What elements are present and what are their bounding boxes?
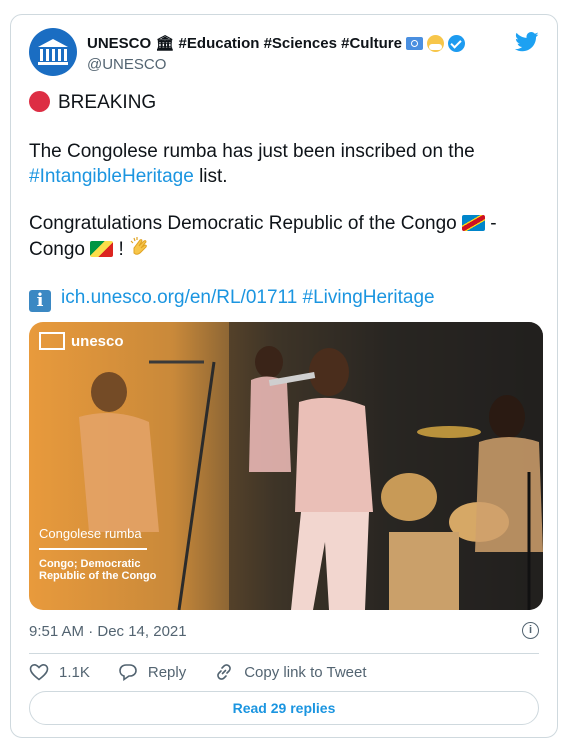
verified-icon [447,34,465,52]
caption-divider [39,548,147,550]
unesco-link[interactable]: ich.unesco.org/en/RL/01711 [61,287,297,308]
tweet-line-1: The Congolese rumba has just been inscri… [29,141,475,162]
reply-icon[interactable] [118,663,138,681]
unesco-badge-text: unesco [71,332,124,350]
congo-flag-icon [90,241,114,257]
tweet-line-4: Congo ! [29,236,151,262]
link-icon[interactable] [214,662,234,682]
unesco-watermark: unesco [39,332,124,350]
tweet-line-3: Congratulations Democratic Republic of t… [29,211,497,236]
mask-face-icon [426,34,444,52]
tweet-line-5: i ich.unesco.org/en/RL/01711 #LivingHerit… [29,285,435,312]
unesco-temple-icon [39,332,65,350]
reply-action[interactable]: Reply [118,663,186,681]
unesco-logo-icon[interactable] [29,28,77,76]
heart-icon[interactable] [29,663,49,681]
congrats-text: Congratulations Democratic Republic of t… [29,213,457,234]
drc-flag-icon [462,215,486,231]
caption-subtitle: Congo; Democratic Republic of the Congo [39,558,157,582]
tweet-card: UNESCO 🏛 #Education #Sciences #Culture @… [10,14,558,738]
account-name[interactable]: UNESCO 🏛 #Education #Sciences #Culture [87,34,402,52]
copy-link-action[interactable]: Copy link to Tweet [214,662,367,682]
tweet-photo[interactable]: unesco Congolese rumba Congo; Democratic… [29,322,543,610]
tweet-timestamp[interactable]: 9:51 AM · Dec 14, 2021 [29,623,187,640]
footer-divider [29,653,539,654]
twitter-bird-icon[interactable] [515,32,539,52]
account-handle[interactable]: @UNESCO [87,56,166,73]
info-icon: i [29,290,51,312]
dash-text: - [485,213,497,234]
breaking-text: BREAKING [58,92,157,113]
tweet-line-2: #IntangibleHeritage list. [29,164,228,189]
un-flag-icon [405,36,423,50]
account-name-row[interactable]: UNESCO 🏛 #Education #Sciences #Culture [87,34,465,52]
list-text: list. [193,166,228,187]
red-circle-icon [29,91,50,112]
like-action[interactable]: 1.1K [29,663,90,681]
read-replies-button[interactable]: Read 29 replies [29,691,539,725]
breaking-line: BREAKING [29,90,156,115]
reply-label[interactable]: Reply [148,664,186,681]
hashtag-living-heritage[interactable]: #LivingHeritage [303,287,435,308]
exclamation-text: ! [113,239,130,260]
like-count[interactable]: 1.1K [59,664,90,681]
caption-title: Congolese rumba [39,526,142,541]
congo-text: Congo [29,239,85,260]
info-circle-icon[interactable]: i [522,622,539,639]
hashtag-intangible-heritage[interactable]: #IntangibleHeritage [29,166,194,187]
copy-link-label[interactable]: Copy link to Tweet [244,664,366,681]
action-bar: 1.1K Reply Copy link to Tweet [29,660,395,684]
clapping-hands-icon [130,237,147,255]
